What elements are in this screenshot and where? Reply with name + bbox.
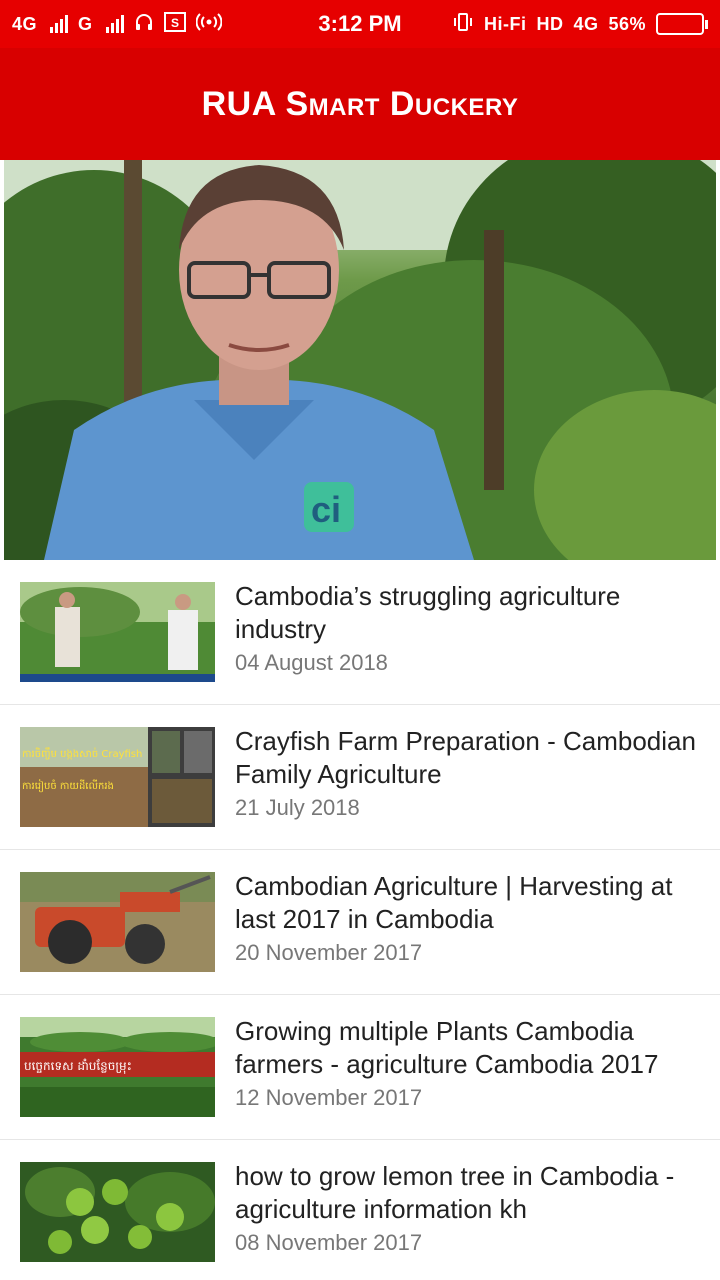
video-date: 08 November 2017 (235, 1230, 423, 1255)
thumbnail-caption-1: ការចិញ្ចឹម បង្កងសាច់ Crayfish (22, 747, 142, 760)
hotspot-icon (195, 12, 222, 37)
list-item[interactable]: Cambodia’s struggling agriculture indust… (0, 560, 720, 705)
list-item[interactable]: បច្ចេកទេស ដាំបន្លែចម្រុះ Growing multipl… (0, 995, 720, 1140)
svg-text:S: S (171, 16, 179, 30)
network-type-3: 4G (573, 13, 599, 34)
video-player[interactable]: ci (4, 160, 716, 560)
video-title[interactable]: how to grow lemon tree in Cambodia - agr… (235, 1160, 700, 1226)
status-left: 4G G S (12, 11, 222, 37)
video-thumbnail[interactable]: ការចិញ្ចឹម បង្កងសាច់ Crayfish ការរៀបចំ ក… (20, 727, 215, 827)
list-item[interactable]: ការចិញ្ចឹម បង្កងសាច់ Crayfish ការរៀបចំ ក… (0, 705, 720, 850)
video-title[interactable]: Cambodia’s struggling agriculture indust… (235, 580, 700, 646)
hd-label: HD (536, 13, 564, 34)
video-title[interactable]: Cambodian Agriculture | Harvesting at la… (235, 870, 700, 936)
headphones-icon (134, 12, 154, 37)
video-title[interactable]: Crayfish Farm Preparation - Cambodian Fa… (235, 725, 700, 791)
video-thumbnail[interactable] (20, 582, 215, 682)
battery-percent: 56% (608, 13, 646, 34)
network-type-2: G (78, 13, 93, 34)
video-thumbnail[interactable]: បច្ចេកទេស ដាំបន្លែចម្រុះ (20, 1017, 215, 1117)
status-right: Hi-Fi HD 4G 56% (452, 11, 708, 38)
video-list: Cambodia’s struggling agriculture indust… (0, 560, 720, 1280)
thumbnail-caption-1: បច្ចេកទេស ដាំបន្លែចម្រុះ (24, 1058, 132, 1074)
video-thumbnail[interactable] (20, 872, 215, 972)
signal-icon (105, 15, 124, 33)
network-type-1: 4G (12, 13, 38, 34)
app-title: RUA Smart Duckery (201, 84, 519, 123)
thumbnail-caption-2: ការរៀបចំ កាយដីលើករង (22, 779, 114, 793)
video-title[interactable]: Growing multiple Plants Cambodia farmers… (235, 1015, 700, 1081)
status-bar: 4G G S 3:12 PM Hi-Fi HD 4G 56% (0, 0, 720, 48)
video-frame: ci (4, 160, 716, 560)
video-thumbnail[interactable] (20, 1162, 215, 1262)
vibrate-icon (452, 11, 474, 38)
video-date: 12 November 2017 (235, 1085, 423, 1110)
shirt-logo-text: ci (311, 489, 341, 530)
list-item[interactable]: Cambodian Agriculture | Harvesting at la… (0, 850, 720, 995)
sim-icon: S (163, 11, 186, 37)
video-date: 20 November 2017 (235, 940, 423, 965)
battery-icon (656, 13, 708, 35)
signal-icon (50, 15, 69, 33)
hifi-label: Hi-Fi (483, 13, 527, 34)
video-date: 04 August 2018 (235, 650, 388, 675)
list-item[interactable]: how to grow lemon tree in Cambodia - agr… (0, 1140, 720, 1280)
app-bar: RUA Smart Duckery (0, 48, 720, 160)
status-time: 3:12 PM (318, 11, 402, 36)
video-date: 21 July 2018 (235, 795, 360, 820)
